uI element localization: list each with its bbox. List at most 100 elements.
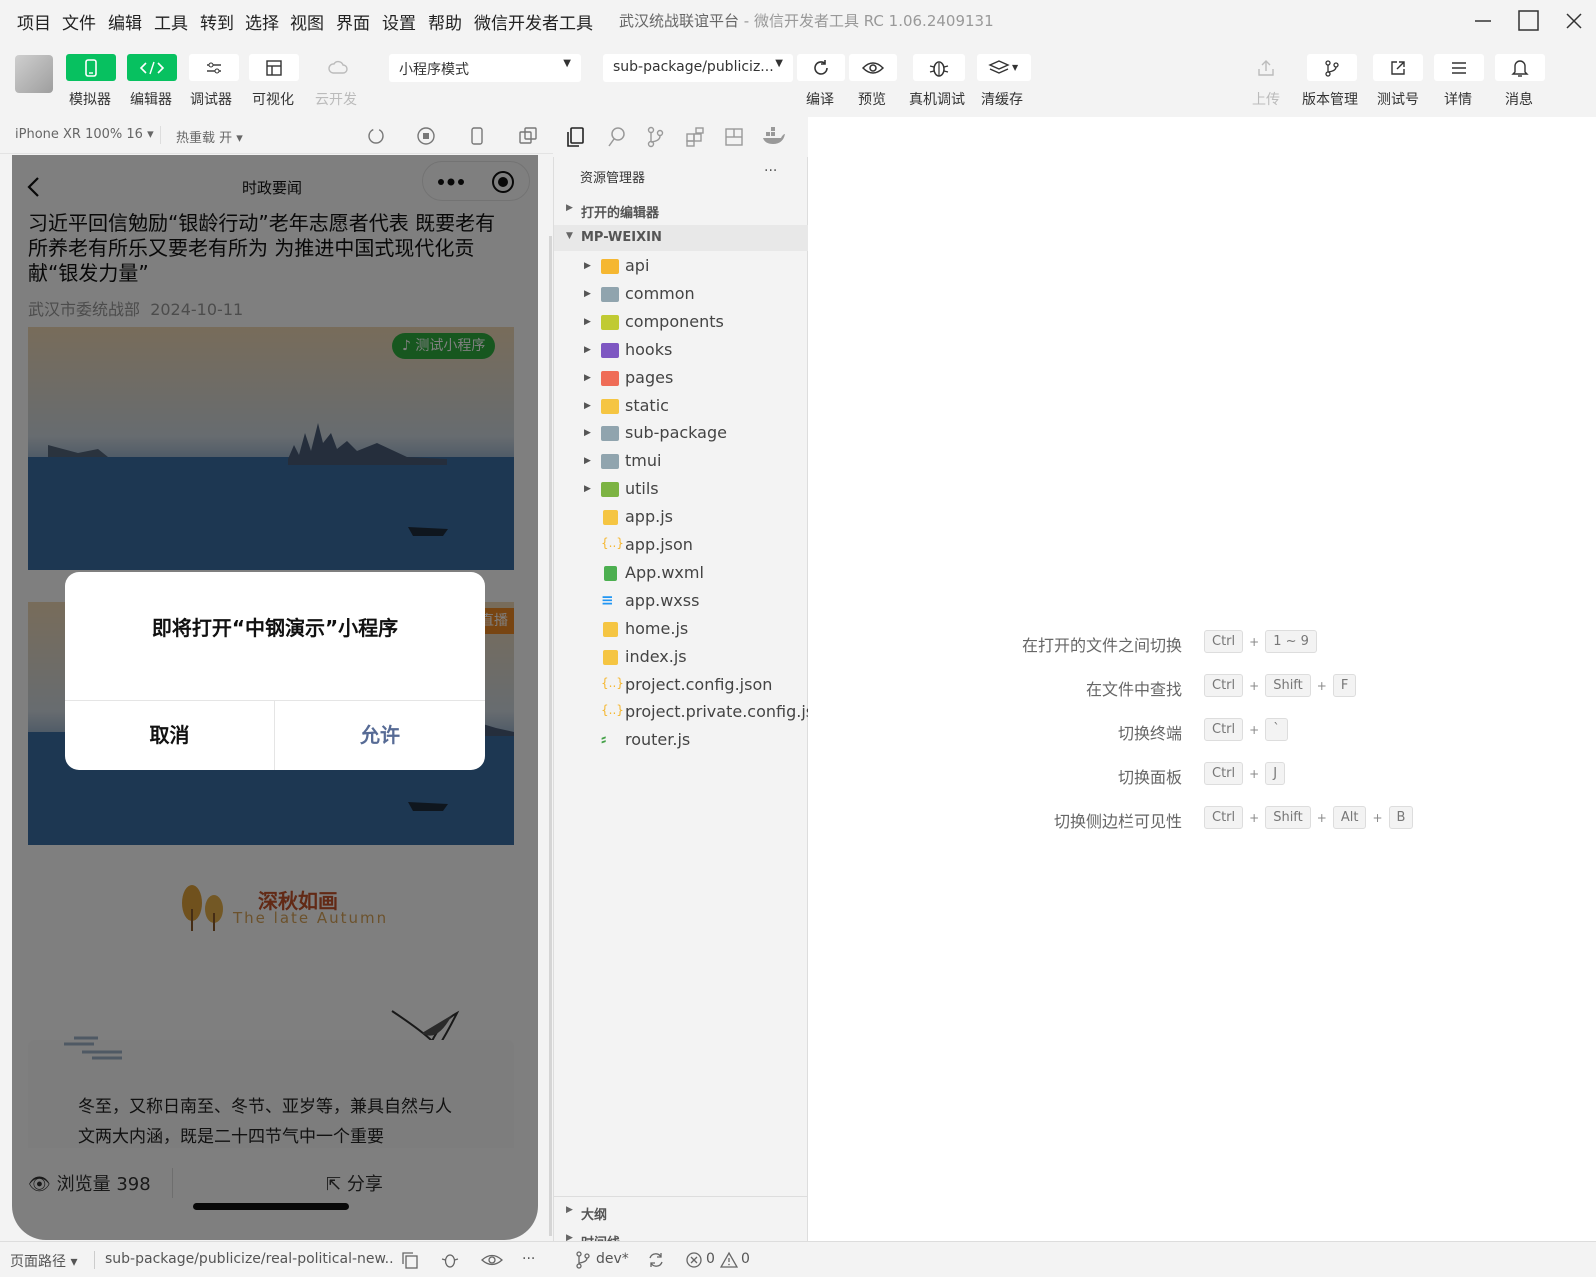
outline-section[interactable]: ▶ 大纲 xyxy=(554,1199,809,1225)
menu-help[interactable]: 帮助 xyxy=(428,9,462,34)
menu-tools[interactable]: 工具 xyxy=(154,9,188,34)
device-select[interactable]: iPhone XR 100% 16 ▾ xyxy=(15,127,154,142)
more-icon[interactable]: ··· xyxy=(764,163,777,179)
clear-cache-button[interactable]: ▼ xyxy=(977,54,1031,81)
tree-item-label: App.wxml xyxy=(625,562,704,582)
sync-icon[interactable] xyxy=(646,1250,666,1270)
tree-file[interactable]: index.js xyxy=(554,645,809,672)
shortcut-row: 在文件中查找 Ctrl + Shift + F xyxy=(808,674,1596,700)
search-icon[interactable] xyxy=(607,126,627,148)
popout-icon[interactable] xyxy=(518,126,538,146)
visual-button[interactable] xyxy=(249,54,299,81)
details-button[interactable] xyxy=(1434,54,1484,81)
tree-folder[interactable]: ▶ pages xyxy=(554,366,809,393)
phone-outline-icon[interactable] xyxy=(467,126,487,146)
tree-folder[interactable]: ▶ static xyxy=(554,394,809,421)
branch-icon[interactable] xyxy=(574,1250,592,1270)
cancel-button[interactable]: 取消 xyxy=(65,701,274,770)
hotreload-select[interactable]: 热重载 开 ▾ xyxy=(176,127,243,146)
messages-button[interactable] xyxy=(1495,54,1545,81)
tree-item-label: app.json xyxy=(625,535,693,554)
maximize-icon[interactable] xyxy=(1514,6,1544,36)
cloud-button[interactable] xyxy=(313,54,363,81)
menu-goto[interactable]: 转到 xyxy=(200,9,234,34)
source-control-icon[interactable] xyxy=(645,126,665,148)
mode-select[interactable]: 小程序模式 ▼ xyxy=(389,54,581,82)
tree-file[interactable]: {..} project.config.json xyxy=(554,673,809,700)
tree-folder[interactable]: ▶ common xyxy=(554,282,809,309)
divider xyxy=(160,126,161,144)
page-select[interactable]: sub-package/publiciz... ▼ xyxy=(603,54,793,82)
menu-edit[interactable]: 编辑 xyxy=(108,9,142,34)
allow-button[interactable]: 允许 xyxy=(275,701,485,770)
menu-settings[interactable]: 设置 xyxy=(382,9,416,34)
tree-file[interactable]: {..} app.json xyxy=(554,533,809,560)
simulator-scrollbar[interactable] xyxy=(549,236,552,1236)
error-icon[interactable] xyxy=(685,1251,703,1269)
key-cap: J xyxy=(1265,762,1286,785)
root-folder-label: MP-WEIXIN xyxy=(581,230,662,245)
upload-button[interactable] xyxy=(1241,54,1291,81)
simulator-button[interactable] xyxy=(66,54,116,81)
git-branch[interactable]: dev* xyxy=(596,1251,629,1267)
folder-icon xyxy=(601,426,619,442)
caret-down-icon: ▼ xyxy=(563,58,571,69)
more-icon[interactable]: ··· xyxy=(522,1251,535,1267)
tree-file[interactable]: app.js xyxy=(554,505,809,532)
plus-sign: + xyxy=(1249,810,1260,825)
compile-label: 编译 xyxy=(806,92,834,108)
tree-folder[interactable]: ▶ components xyxy=(554,310,809,337)
copy-icon[interactable] xyxy=(400,1250,420,1270)
tree-folder[interactable]: ▶ api xyxy=(554,254,809,281)
editor-button[interactable] xyxy=(127,54,177,81)
menu-view[interactable]: 视图 xyxy=(290,9,324,34)
page-path-select[interactable]: 页面路径 ▾ xyxy=(10,1251,77,1271)
preview-button[interactable] xyxy=(849,54,897,81)
menu-file[interactable]: 文件 xyxy=(62,9,96,34)
tree-file[interactable]: {..} project.private.config.js... xyxy=(554,700,829,727)
menu-select[interactable]: 选择 xyxy=(245,9,279,34)
root-folder-section[interactable]: ▼ MP-WEIXIN xyxy=(554,225,809,251)
eye-icon[interactable] xyxy=(481,1250,503,1270)
shortcut-label: 在文件中查找 xyxy=(1085,680,1182,699)
bug-icon[interactable] xyxy=(440,1250,460,1270)
key-cap: Ctrl xyxy=(1204,674,1244,697)
chevron-right-icon: ▶ xyxy=(584,428,591,439)
shortcut-keys: Ctrl + ` xyxy=(1204,718,1288,741)
tree-file[interactable]: home.js xyxy=(554,617,809,644)
bug-icon xyxy=(929,60,949,77)
debugger-button[interactable] xyxy=(189,54,239,81)
close-icon[interactable] xyxy=(1559,6,1589,36)
tree-folder[interactable]: ▶ tmui xyxy=(554,449,809,476)
version-button[interactable] xyxy=(1307,54,1357,81)
tree-file[interactable]: App.wxml xyxy=(554,561,809,588)
storage-icon[interactable] xyxy=(724,126,744,148)
tree-item-label: project.private.config.js... xyxy=(625,702,830,722)
stop-icon[interactable] xyxy=(416,126,436,146)
compile-button[interactable] xyxy=(797,54,845,81)
open-editors-section[interactable]: ▶ 打开的编辑器 xyxy=(554,197,809,223)
tree-folder[interactable]: ▶ sub-package xyxy=(554,421,809,448)
files-icon[interactable] xyxy=(565,126,585,148)
test-account-button[interactable] xyxy=(1373,54,1423,81)
tree-folder[interactable]: ▶ hooks xyxy=(554,338,809,365)
menu-interface[interactable]: 界面 xyxy=(336,9,370,34)
folder-icon xyxy=(601,482,619,498)
dialog-title: 即将打开“中钢演示”小程序 xyxy=(151,616,399,640)
app-title: 武汉统战联谊平台 xyxy=(619,12,740,30)
tree-file[interactable]: ⸗ router.js xyxy=(554,728,809,755)
minimize-icon[interactable] xyxy=(1468,6,1498,36)
warning-count[interactable]: 0 xyxy=(741,1251,750,1267)
tree-folder[interactable]: ▶ utils xyxy=(554,477,809,504)
warning-icon[interactable] xyxy=(720,1251,738,1269)
error-count[interactable]: 0 xyxy=(706,1251,715,1267)
avatar[interactable] xyxy=(15,55,53,93)
menu-project[interactable]: 项目 xyxy=(17,9,51,34)
chevron-right-icon: ▶ xyxy=(584,456,591,467)
docker-icon[interactable] xyxy=(761,126,785,148)
tree-file[interactable]: ≡ app.wxss xyxy=(554,589,809,616)
extensions-icon[interactable] xyxy=(685,126,705,148)
menu-wechat-devtools[interactable]: 微信开发者工具 xyxy=(474,9,593,34)
rotate-icon[interactable] xyxy=(366,126,386,146)
remote-debug-button[interactable] xyxy=(913,54,965,81)
